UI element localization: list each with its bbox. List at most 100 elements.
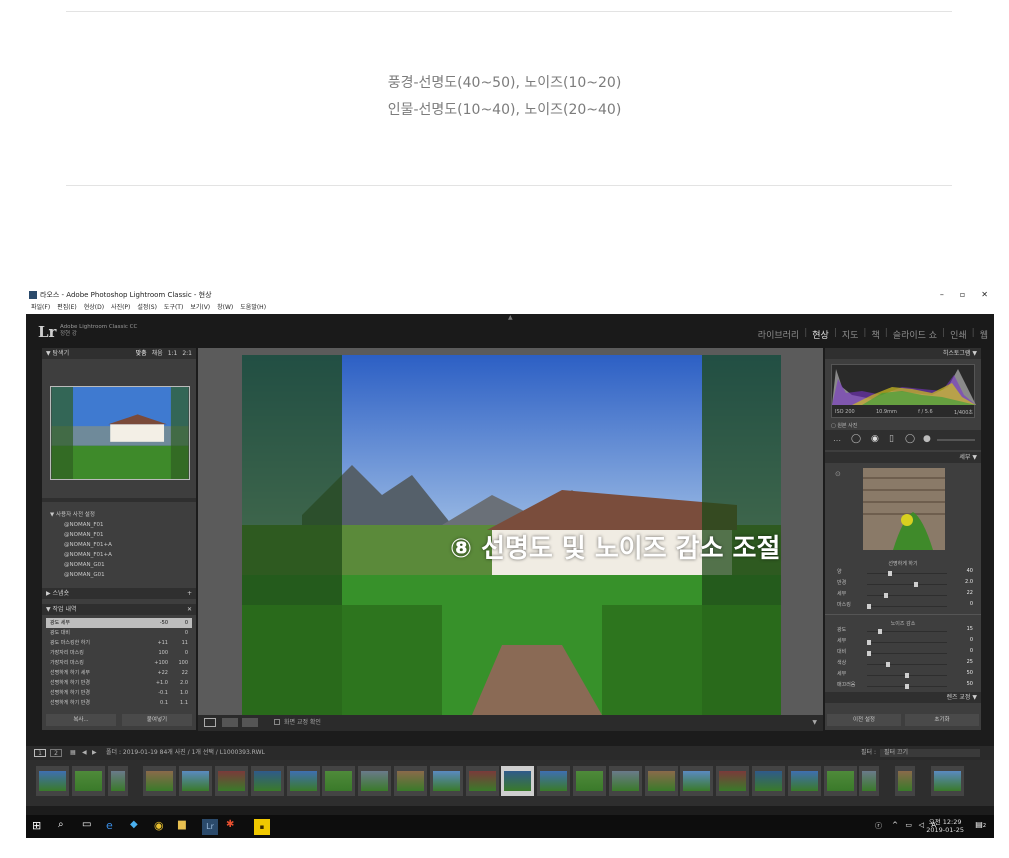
slider-track[interactable] [867,684,947,689]
slider-value[interactable]: 0 [970,637,973,643]
menu-settings[interactable]: 설정(S) [137,302,157,314]
navigator-preview[interactable] [50,386,190,480]
panel-toggle-top-icon[interactable]: ▲ [508,314,513,321]
slider-value[interactable]: 2.0 [965,579,973,585]
grid-icon[interactable]: ▦ [70,746,76,760]
spot-removal-icon[interactable]: ◯ [851,434,861,444]
radial-filter-icon[interactable]: ◯ [905,434,915,444]
module-book[interactable]: 책 [871,328,879,341]
slider-value[interactable]: 22 [967,590,973,596]
slider-value[interactable]: 15 [967,626,973,632]
detail-preview[interactable] [863,468,945,550]
module-develop[interactable]: 현상 [812,328,829,341]
slider-thumb[interactable] [914,582,919,587]
history-row[interactable]: 선명하게 하기 반경 -0.1 1.0 [46,688,192,698]
zoom-fill[interactable]: 채움 [152,348,163,359]
filmstrip-thumb[interactable] [179,766,213,796]
brush-slider[interactable] [937,439,975,441]
slider-thumb[interactable] [867,604,871,609]
history-row[interactable]: 선명하게 하기 반경 +1.0 2.0 [46,678,192,688]
history-row[interactable]: 선명하게 하기 반경 0.1 1.1 [46,698,192,708]
navigator-header[interactable]: ▼ 탐색기 맞춤 채움 1:1 2:1 [42,348,196,359]
filmstrip-thumb[interactable] [501,766,535,796]
slider-thumb[interactable] [905,673,909,678]
clear-history-icon[interactable]: ✕ [187,604,192,615]
preset-item[interactable]: @NOMAN_F01 [44,530,194,540]
reset-button[interactable]: 초기화 [905,714,979,726]
filmstrip-thumb[interactable] [537,766,571,796]
slider-thumb[interactable] [867,651,871,656]
target-adjust-icon[interactable]: ⊙ [835,470,841,478]
network-icon[interactable]: ▭ [905,821,912,829]
filmstrip-thumb[interactable] [931,766,964,796]
module-web[interactable]: 웹 [980,328,988,341]
filmstrip-thumb[interactable] [752,766,785,796]
redeye-icon[interactable]: ◉ [871,434,879,444]
back-icon[interactable]: ◀ [82,746,87,760]
volume-icon[interactable]: ◁ [919,821,924,829]
task-view-icon[interactable]: ▭ [82,819,98,835]
filmstrip-thumb[interactable] [358,766,392,796]
filmstrip-thumb[interactable] [286,766,320,796]
history-row[interactable]: 가장자리 마스킹 100 0 [46,648,192,658]
history-row[interactable]: 선명하게 하기 세부 +22 22 [46,668,192,678]
copy-button[interactable]: 복사... [46,714,116,726]
slider-track[interactable] [867,593,947,598]
minimize-button[interactable]: – [940,288,944,302]
slider-track[interactable] [867,651,947,656]
slider-value[interactable]: 50 [967,681,973,687]
filmstrip-thumb[interactable] [573,766,606,796]
before-after-toggle-icon[interactable] [242,718,258,727]
app-icon[interactable]: ✱ [226,819,242,835]
menu-help[interactable]: 도움말(H) [240,302,266,314]
slider-thumb[interactable] [883,593,888,598]
filmstrip-thumb[interactable] [716,766,750,796]
module-slideshow[interactable]: 슬라이드 쇼 [893,328,937,341]
preset-item[interactable]: @NOMAN_G01 [44,570,194,580]
page-1-button[interactable]: 1 [34,749,46,757]
search-icon[interactable]: ⌕ [58,819,74,835]
history-row[interactable]: 광도 세부 -50 0 [46,618,192,628]
filmstrip-thumb[interactable] [895,766,916,796]
slider-track[interactable] [867,629,947,634]
slider-thumb[interactable] [905,684,909,689]
filmstrip-thumb[interactable] [859,766,880,796]
graduated-filter-icon[interactable]: ▯ [889,434,894,444]
slider-track[interactable] [867,662,947,667]
filmstrip-thumb[interactable] [71,766,105,796]
filmstrip-thumb[interactable] [644,766,678,796]
preset-item[interactable]: @NOMAN_F01+A [44,540,194,550]
folder-icon[interactable]: ▆ [178,819,194,835]
menu-develop[interactable]: 현상(D) [84,302,104,314]
maximize-button[interactable]: ▫ [960,288,965,302]
filmstrip-thumb[interactable] [36,766,69,796]
menu-edit[interactable]: 편집(E) [57,302,77,314]
slider-value[interactable]: 25 [967,659,973,665]
brush-icon[interactable]: ● [923,434,931,444]
edge-icon[interactable]: e [106,819,122,835]
menu-tools[interactable]: 도구(T) [164,302,183,314]
people-icon[interactable]: ⓡ [875,821,882,831]
slider-track[interactable] [867,673,947,678]
filmstrip-thumb[interactable] [787,766,821,796]
zoom-fit[interactable]: 맞춤 [136,348,147,359]
soft-proof-checkbox[interactable] [274,719,280,725]
slider-thumb[interactable] [886,662,890,667]
zoom-1-1[interactable]: 1:1 [168,348,178,359]
slider-track[interactable] [867,582,947,587]
filmstrip-path[interactable]: 폴더 : 2019-01-19 84개 사진 / 1개 선택 / L100039… [106,746,265,760]
slider-thumb[interactable] [867,640,871,645]
notification-icon[interactable]: ▤2 [975,820,986,829]
slider-thumb[interactable] [887,571,892,576]
module-library[interactable]: 라이브러리 [758,328,799,341]
preset-item[interactable]: @NOMAN_F01+A [44,550,194,560]
start-icon[interactable]: ⊞ [32,819,48,835]
menu-file[interactable]: 파일(F) [31,302,50,314]
slider-value[interactable]: 40 [967,568,973,574]
preset-group[interactable]: ▼ 사용자 사전 설정 [44,510,194,520]
filmstrip-thumb[interactable] [394,766,427,796]
filmstrip-thumb[interactable] [250,766,284,796]
before-after-icon[interactable] [222,718,238,727]
slider-value[interactable]: 0 [970,648,973,654]
filmstrip-thumb[interactable] [608,766,642,796]
